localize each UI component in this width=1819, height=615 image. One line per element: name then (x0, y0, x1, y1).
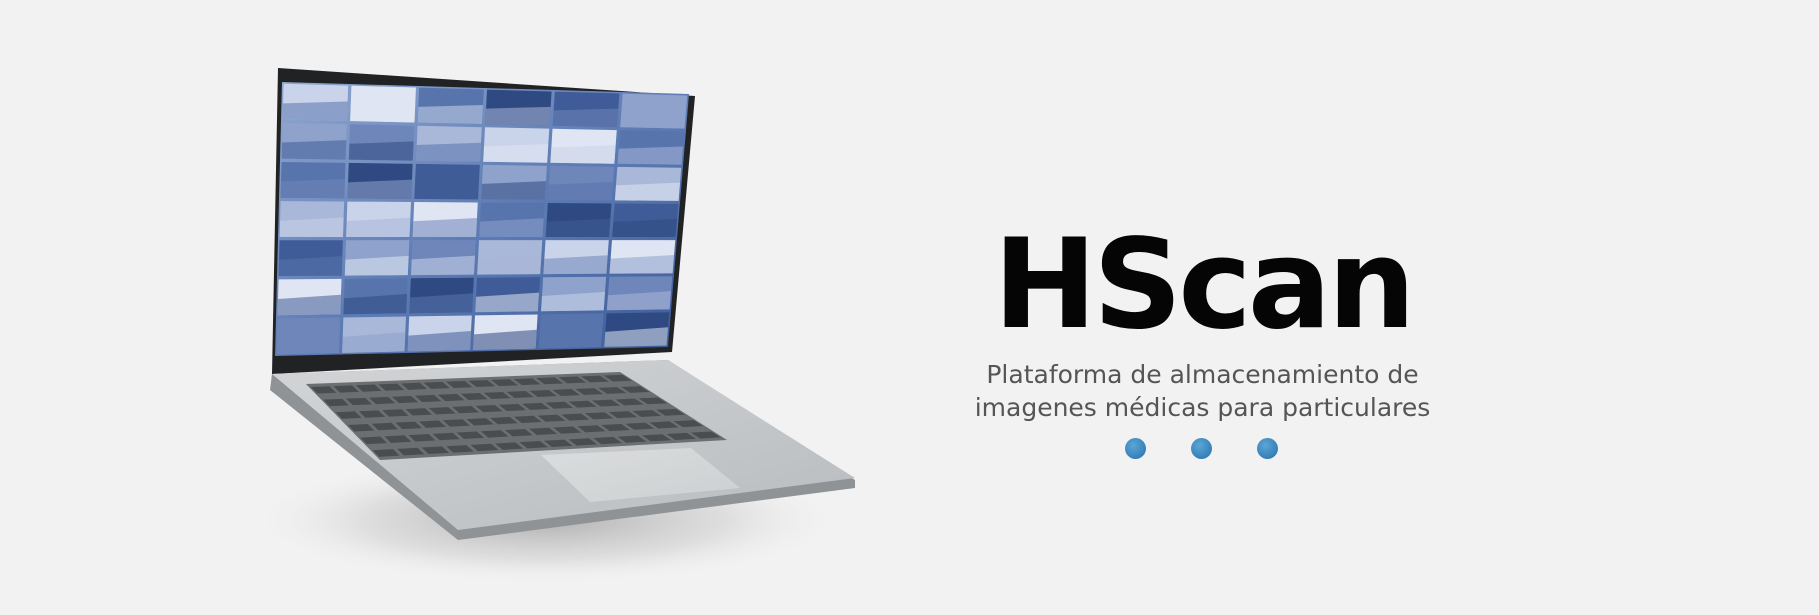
camera-thumbnail-floor (550, 145, 616, 164)
camera-thumbnail-floor (612, 218, 678, 238)
camera-thumbnail-floor (620, 110, 687, 129)
camera-thumbnail-floor (347, 179, 412, 199)
camera-thumbnail-floor (548, 181, 614, 201)
camera-thumbnail-floor (416, 142, 481, 162)
camera-thumbnail-floor (412, 218, 477, 237)
camera-thumbnail-floor (417, 105, 483, 125)
brand-subtitle: Plataforma de almacenamiento de imagenes… (940, 358, 1465, 424)
camera-thumbnail-floor (545, 218, 611, 238)
camera-thumbnail-floor (282, 101, 348, 121)
subtitle-line-1: Plataforma de almacenamiento de (986, 360, 1419, 389)
camera-thumbnail-floor (350, 103, 416, 123)
camera-thumbnail-floor (348, 141, 414, 161)
camera-thumbnail-floor (346, 217, 411, 237)
carousel-dot[interactable] (1257, 438, 1278, 459)
camera-thumbnail-floor (483, 143, 549, 163)
camera-thumbnail-floor (617, 146, 684, 165)
carousel-dot[interactable] (1125, 438, 1146, 459)
camera-thumbnail-floor (280, 178, 345, 199)
camera-thumbnail-floor (552, 108, 619, 128)
camera-thumbnail-floor (614, 182, 681, 201)
carousel-pager (1125, 438, 1278, 459)
laptop-icon (245, 68, 855, 585)
subtitle-line-2: imagenes médicas para particulares (974, 393, 1431, 422)
camera-thumbnail-floor (281, 140, 347, 160)
brand-title: HScan (993, 213, 1416, 357)
hero-text: HScan Plataforma de almacenamiento de im… (940, 220, 1465, 424)
camera-thumbnail-floor (279, 217, 344, 237)
camera-thumbnail-floor (414, 180, 479, 200)
carousel-dot[interactable] (1191, 438, 1212, 459)
camera-thumbnail-floor (485, 106, 551, 126)
camera-thumbnail-floor (479, 218, 544, 238)
camera-thumbnail-floor (481, 181, 546, 200)
